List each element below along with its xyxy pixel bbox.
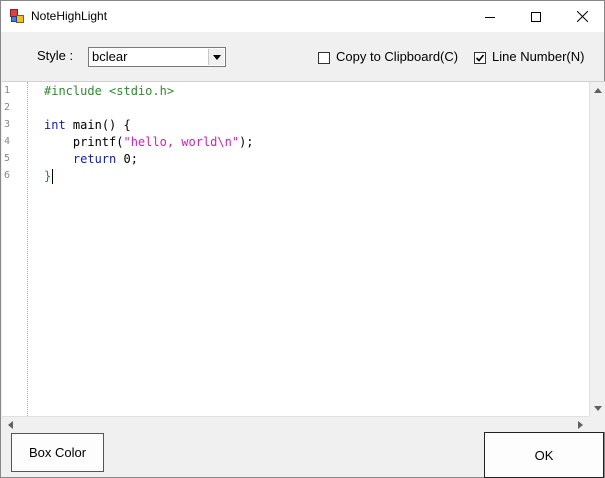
code-token: ); [239,135,254,149]
window-title: NoteHighLight [31,9,108,23]
code-token: int [44,118,66,132]
code-line[interactable]: #include <stdio.h> [44,83,174,100]
ok-button[interactable]: OK [484,432,604,478]
code-line[interactable]: printf("hello, world\n"); [44,134,254,151]
scroll-down-icon[interactable] [590,400,605,416]
code-token: main [65,118,102,132]
code-token: 0 [116,152,131,166]
scroll-up-icon[interactable] [590,82,605,98]
copy-to-clipboard-checkbox[interactable] [318,52,330,64]
main-window: NoteHighLight Style : bclear Copy to Cli… [0,0,605,478]
code-token: #include <stdio.h> [44,84,175,98]
style-dropdown[interactable]: bclear [88,47,226,67]
title-bar[interactable]: NoteHighLight [1,1,604,32]
style-dropdown-value: bclear [92,49,128,64]
code-line[interactable]: int main() { [44,117,131,134]
line-number: 2 [4,102,11,113]
box-color-button[interactable]: Box Color [11,433,104,472]
line-number: 5 [4,153,11,164]
scrollbar-corner [589,416,605,432]
app-icon [10,9,24,23]
maximize-icon [531,11,541,22]
close-button[interactable] [559,1,605,32]
vertical-scrollbar[interactable] [589,82,605,416]
code-line[interactable]: } [44,168,54,185]
chevron-down-icon[interactable] [208,49,224,65]
horizontal-scrollbar[interactable] [2,416,589,432]
text-cursor [52,169,54,184]
line-number: 1 [4,85,11,96]
code-token: return [44,152,117,166]
line-number: 3 [4,119,11,130]
code-token: ; [130,152,138,166]
close-icon [576,11,588,22]
code-token: () { [101,118,131,132]
code-token: "hello, world\n" [123,135,240,149]
copy-to-clipboard-label[interactable]: Copy to Clipboard(C) [336,49,458,64]
line-number: 4 [4,136,11,147]
code-token: printf [44,135,117,149]
style-label: Style : [37,48,74,63]
minimize-button[interactable] [467,1,513,32]
line-number-checkbox[interactable] [474,52,486,64]
code-line[interactable]: return 0; [44,151,138,168]
scroll-left-icon[interactable] [2,417,18,433]
line-number-gutter: 1 2 3 4 5 6 [2,82,28,416]
maximize-button[interactable] [513,1,559,32]
minimize-icon [485,16,495,18]
line-number: 6 [4,170,11,181]
scroll-right-icon[interactable] [572,417,588,433]
code-token: } [44,169,52,183]
line-number-label[interactable]: Line Number(N) [492,49,584,64]
checkmark-icon [475,54,485,62]
code-editor[interactable]: 1 2 3 4 5 6 #include <stdio.h> int main() { pr… [2,81,605,432]
